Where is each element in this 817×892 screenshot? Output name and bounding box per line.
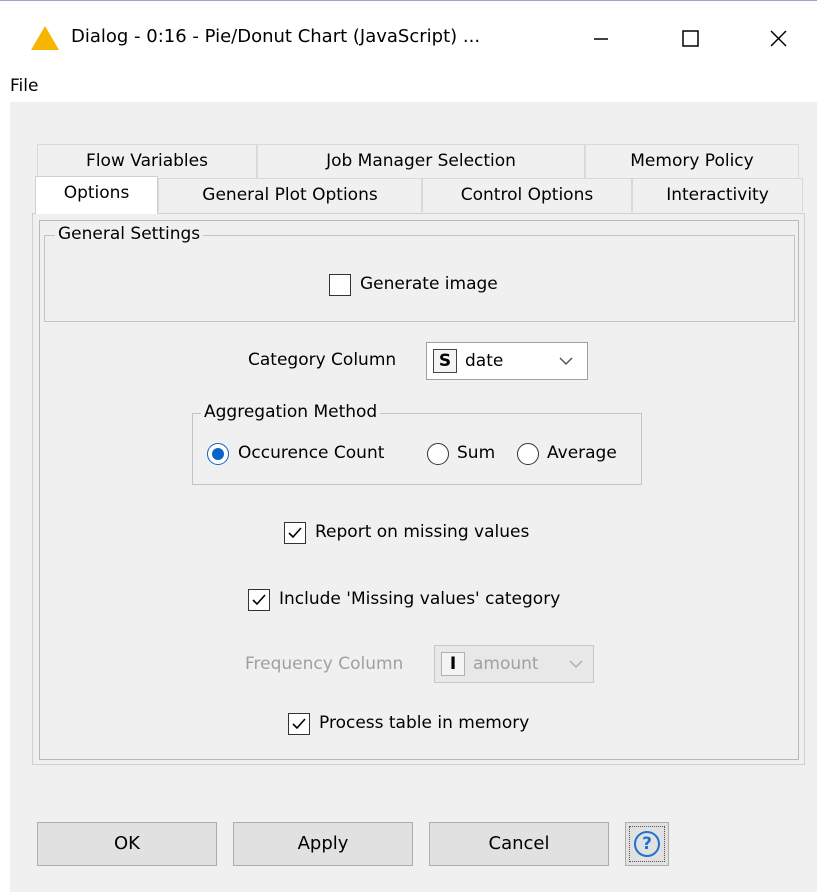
generate-image-label: Generate image: [360, 274, 498, 294]
average-label: Average: [547, 443, 617, 463]
generate-image-checkbox[interactable]: [329, 274, 351, 296]
radio-occurence-count[interactable]: [207, 443, 229, 465]
checkmark-icon: [292, 718, 306, 730]
maximize-icon: [682, 30, 699, 47]
minimize-icon: [594, 38, 608, 40]
maximize-button[interactable]: [667, 15, 713, 59]
frequency-column-select[interactable]: I amount: [434, 645, 594, 683]
report-missing-label: Report on missing values: [315, 522, 530, 542]
checkmark-icon: [252, 594, 266, 606]
category-column-select[interactable]: S date: [426, 342, 588, 380]
tab-options[interactable]: Options: [35, 176, 158, 214]
menu-bar: File: [0, 72, 817, 102]
integer-type-icon: I: [441, 652, 465, 676]
frequency-column-value: amount: [473, 654, 539, 674]
minimize-button[interactable]: [577, 15, 623, 59]
general-settings-legend: General Settings: [55, 224, 204, 244]
tab-control-options[interactable]: Control Options: [422, 178, 632, 212]
apply-button[interactable]: Apply: [233, 822, 413, 866]
occurence-count-label: Occurence Count: [238, 443, 385, 463]
category-column-label: Category Column: [248, 350, 397, 370]
category-column-value: date: [465, 351, 504, 371]
include-missing-checkbox[interactable]: [248, 589, 270, 611]
close-icon: [770, 30, 787, 47]
help-icon: ?: [634, 831, 660, 857]
window-title: Dialog - 0:16 - Pie/Donut Chart (JavaScr…: [71, 26, 481, 47]
tab-general-plot-options[interactable]: General Plot Options: [158, 178, 422, 212]
radio-average[interactable]: [517, 443, 539, 465]
aggregation-method-legend: Aggregation Method: [201, 402, 381, 422]
tab-job-manager-selection[interactable]: Job Manager Selection: [257, 144, 585, 178]
chevron-down-icon: [559, 357, 573, 366]
close-button[interactable]: [755, 15, 801, 59]
title-bar: Dialog - 0:16 - Pie/Donut Chart (JavaScr…: [0, 0, 817, 72]
menu-file[interactable]: File: [10, 76, 38, 96]
cancel-button[interactable]: Cancel: [429, 822, 609, 866]
warning-icon: [31, 26, 59, 50]
process-in-memory-label: Process table in memory: [319, 713, 530, 733]
tab-memory-policy[interactable]: Memory Policy: [585, 144, 799, 178]
frequency-column-label: Frequency Column: [245, 654, 404, 674]
sum-label: Sum: [457, 443, 496, 463]
radio-sum[interactable]: [427, 443, 449, 465]
include-missing-label: Include 'Missing values' category: [279, 589, 561, 609]
string-type-icon: S: [433, 349, 457, 373]
tab-flow-variables[interactable]: Flow Variables: [37, 144, 257, 178]
ok-button[interactable]: OK: [37, 822, 217, 866]
checkmark-icon: [288, 527, 302, 539]
help-button[interactable]: ?: [625, 822, 669, 866]
process-in-memory-checkbox[interactable]: [288, 713, 310, 735]
window-border: [0, 102, 10, 892]
chevron-down-icon: [569, 660, 583, 669]
report-missing-checkbox[interactable]: [284, 522, 306, 544]
tab-interactivity[interactable]: Interactivity: [632, 178, 803, 212]
